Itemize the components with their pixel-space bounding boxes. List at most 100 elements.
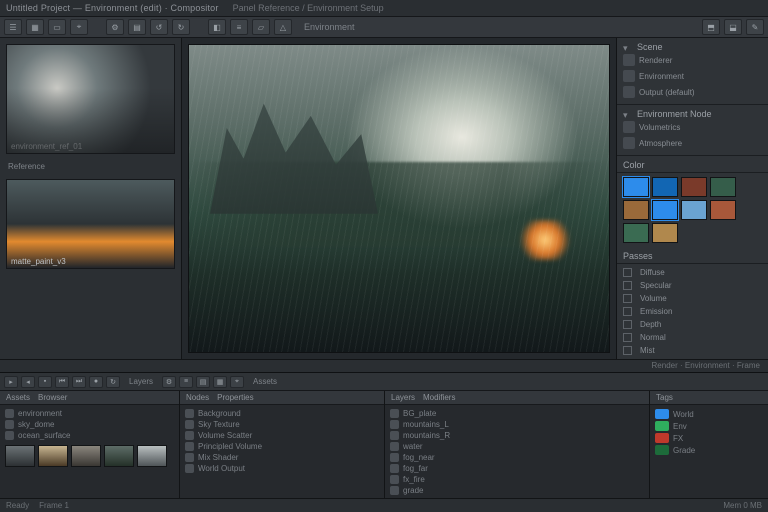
inspector-section-env-head[interactable]: ▾ Environment Node xyxy=(623,109,762,119)
swatch-4[interactable] xyxy=(623,200,649,220)
asset-2[interactable]: ocean_surface xyxy=(18,431,70,440)
swatch-1[interactable] xyxy=(652,177,678,197)
asset-thumb-4[interactable] xyxy=(137,445,167,467)
skip-fwd-icon[interactable]: ⏭ xyxy=(72,376,86,388)
panel-nodes-head[interactable]: Nodes Properties xyxy=(180,391,384,405)
bottom-toolbar: ▸ ◂ ▪ ⏮ ⏭ ● ↻ Layers ⚙ ≡ ▤ ▦ ⌖ Assets xyxy=(0,373,768,391)
tool-tri-icon[interactable]: △ xyxy=(274,19,292,35)
tool-split-icon[interactable]: ◧ xyxy=(208,19,226,35)
node-icon xyxy=(185,453,194,462)
scene-row-1[interactable]: Environment xyxy=(639,72,762,81)
grid2-icon[interactable]: ▦ xyxy=(213,376,227,388)
node-5[interactable]: World Output xyxy=(198,464,245,473)
swatch-5[interactable] xyxy=(652,200,678,220)
inspector-section-env: ▾ Environment Node Volumetrics Atmospher… xyxy=(617,105,768,156)
layer-1[interactable]: mountains_L xyxy=(403,420,449,429)
list2-icon[interactable]: ≡ xyxy=(179,376,193,388)
swatch-0[interactable] xyxy=(623,177,649,197)
checkbox-icon[interactable] xyxy=(623,294,632,303)
gear-icon[interactable]: ⚙ xyxy=(162,376,176,388)
panel-nodes-tab[interactable]: Properties xyxy=(217,393,253,402)
panel-tags-head[interactable]: Tags xyxy=(650,391,768,405)
asset-thumb-1[interactable] xyxy=(38,445,68,467)
panel-assets-head[interactable]: Assets Browser xyxy=(0,391,179,405)
reference-thumb-1[interactable]: environment_ref_01 xyxy=(6,44,175,154)
tag-3[interactable]: Grade xyxy=(673,446,695,455)
asset-icon xyxy=(5,431,14,440)
layer-icon xyxy=(390,431,399,440)
node-4[interactable]: Mix Shader xyxy=(198,453,238,462)
tag-0[interactable]: World xyxy=(673,410,694,419)
reference-thumb-2[interactable]: matte_paint_v3 xyxy=(6,179,175,269)
tag-1[interactable]: Env xyxy=(673,422,687,431)
asset-1[interactable]: sky_dome xyxy=(18,420,54,429)
checkbox-icon[interactable] xyxy=(623,307,632,316)
layer-4[interactable]: fog_near xyxy=(403,453,435,462)
viewport[interactable] xyxy=(188,44,610,352)
stop-icon[interactable]: ▪ xyxy=(38,376,52,388)
dot-icon xyxy=(623,137,635,149)
asset-0[interactable]: environment xyxy=(18,409,62,418)
asset-thumb-2[interactable] xyxy=(71,445,101,467)
tag-2[interactable]: FX xyxy=(673,434,683,443)
layer-2[interactable]: mountains_R xyxy=(403,431,450,440)
panel-layers-tab[interactable]: Modifiers xyxy=(423,393,455,402)
layer-5[interactable]: fog_far xyxy=(403,464,428,473)
node-1[interactable]: Sky Texture xyxy=(198,420,240,429)
tool-edit-icon[interactable]: ✎ xyxy=(746,19,764,35)
swatch-2[interactable] xyxy=(681,177,707,197)
tag-color-icon xyxy=(655,445,669,455)
node-0[interactable]: Background xyxy=(198,409,241,418)
tool-settings-icon[interactable]: ⚙ xyxy=(106,19,124,35)
loop-icon[interactable]: ↻ xyxy=(106,376,120,388)
tool-lines-icon[interactable]: ≡ xyxy=(230,19,248,35)
tool-list-icon[interactable]: ▤ xyxy=(128,19,146,35)
checkbox-icon[interactable] xyxy=(623,320,632,329)
asset-thumb-row xyxy=(5,441,174,467)
swatch-8[interactable] xyxy=(623,223,649,243)
node-2[interactable]: Volume Scatter xyxy=(198,431,252,440)
swatches-label: Color xyxy=(623,160,645,170)
asset-thumb-0[interactable] xyxy=(5,445,35,467)
play-icon[interactable]: ▸ xyxy=(4,376,18,388)
tool-undo-icon[interactable]: ↺ xyxy=(150,19,168,35)
prev-icon[interactable]: ◂ xyxy=(21,376,35,388)
checkbox-icon[interactable] xyxy=(623,333,632,342)
tool-fillB-icon[interactable]: ⬓ xyxy=(724,19,742,35)
skip-back-icon[interactable]: ⏮ xyxy=(55,376,69,388)
tool-grid-icon[interactable]: ▦ xyxy=(26,19,44,35)
tool-fillA-icon[interactable]: ⬒ xyxy=(702,19,720,35)
node-3[interactable]: Principled Volume xyxy=(198,442,262,451)
checkbox-icon[interactable] xyxy=(623,346,632,355)
layer-6[interactable]: fx_fire xyxy=(403,475,425,484)
layer-3[interactable]: water xyxy=(403,442,423,451)
checkbox-icon[interactable] xyxy=(623,281,632,290)
asset-thumb-3[interactable] xyxy=(104,445,134,467)
tool-redo-icon[interactable]: ↻ xyxy=(172,19,190,35)
env-row-1[interactable]: Atmosphere xyxy=(639,139,762,148)
layer-icon xyxy=(390,442,399,451)
panel-layers-head[interactable]: Layers Modifiers xyxy=(385,391,649,405)
target2-icon[interactable]: ⌖ xyxy=(230,376,244,388)
dot-icon xyxy=(623,54,635,66)
swatch-7[interactable] xyxy=(710,200,736,220)
panel-layers-title: Layers xyxy=(391,393,415,402)
tool-plane-icon[interactable]: ▱ xyxy=(252,19,270,35)
env-row-0[interactable]: Volumetrics xyxy=(639,123,762,132)
tool-target-icon[interactable]: ⌖ xyxy=(70,19,88,35)
inspector-section-scene-head[interactable]: ▾ Scene xyxy=(623,42,762,52)
scene-row-2[interactable]: Output (default) xyxy=(639,88,762,97)
swatch-6[interactable] xyxy=(681,200,707,220)
pass-3: Emission xyxy=(640,307,762,316)
scene-row-0[interactable]: Renderer xyxy=(639,56,762,65)
swatch-3[interactable] xyxy=(710,177,736,197)
swatch-9[interactable] xyxy=(652,223,678,243)
tool-menu-icon[interactable]: ☰ xyxy=(4,19,22,35)
layer-7[interactable]: grade xyxy=(403,486,423,495)
record-icon[interactable]: ● xyxy=(89,376,103,388)
tool-rect-icon[interactable]: ▭ xyxy=(48,19,66,35)
layer-0[interactable]: BG_plate xyxy=(403,409,436,418)
checkbox-icon[interactable] xyxy=(623,268,632,277)
panel-assets-tab[interactable]: Browser xyxy=(38,393,67,402)
rows-icon[interactable]: ▤ xyxy=(196,376,210,388)
